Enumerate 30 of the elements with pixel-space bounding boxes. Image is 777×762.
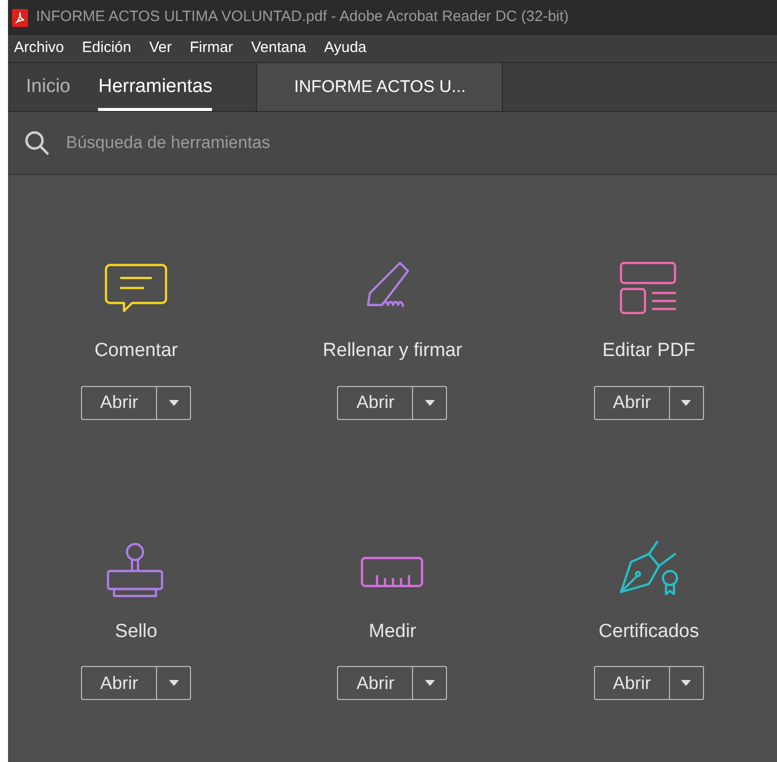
pdf-app-icon — [12, 8, 28, 26]
open-button[interactable]: Abrir — [594, 667, 670, 699]
menu-item[interactable]: Archivo — [14, 37, 64, 60]
menu-item[interactable]: Ventana — [251, 37, 306, 60]
caret-icon — [168, 680, 179, 686]
caret-icon — [681, 680, 692, 686]
caret-icon — [681, 400, 692, 406]
document-tab[interactable]: INFORME ACTOS U... — [256, 63, 504, 111]
tool-name: Medir — [368, 620, 416, 644]
tab[interactable]: Inicio — [26, 63, 70, 111]
menu-item[interactable]: Firmar — [190, 37, 234, 60]
tool-name: Editar PDF — [602, 339, 696, 363]
open-button[interactable]: Abrir — [338, 667, 414, 699]
menu-item[interactable]: Edición — [82, 37, 132, 60]
menu-item[interactable]: Ayuda — [324, 37, 366, 60]
open-button[interactable]: Abrir — [82, 386, 158, 418]
open-button[interactable]: Abrir — [594, 386, 670, 418]
open-button[interactable]: Abrir — [82, 667, 158, 699]
tool-name: Rellenar y firmar — [322, 339, 462, 363]
tool-name: Sello — [115, 620, 158, 644]
search-icon — [24, 130, 50, 156]
caret-icon — [424, 680, 435, 686]
menu-item[interactable]: Ver — [149, 37, 172, 60]
caret-icon — [424, 400, 435, 406]
tool-name: Certificados — [598, 620, 699, 644]
search-field[interactable]: Búsqueda de herramientas — [8, 112, 777, 175]
tool-name: Comentar — [94, 339, 178, 363]
caret-icon — [168, 400, 179, 406]
window-title: INFORME ACTOS ULTIMA VOLUNTAD.pdf - Adobe Acrobat Reader DC (32-bit) — [36, 7, 569, 28]
open-button[interactable]: Abrir — [338, 386, 414, 418]
